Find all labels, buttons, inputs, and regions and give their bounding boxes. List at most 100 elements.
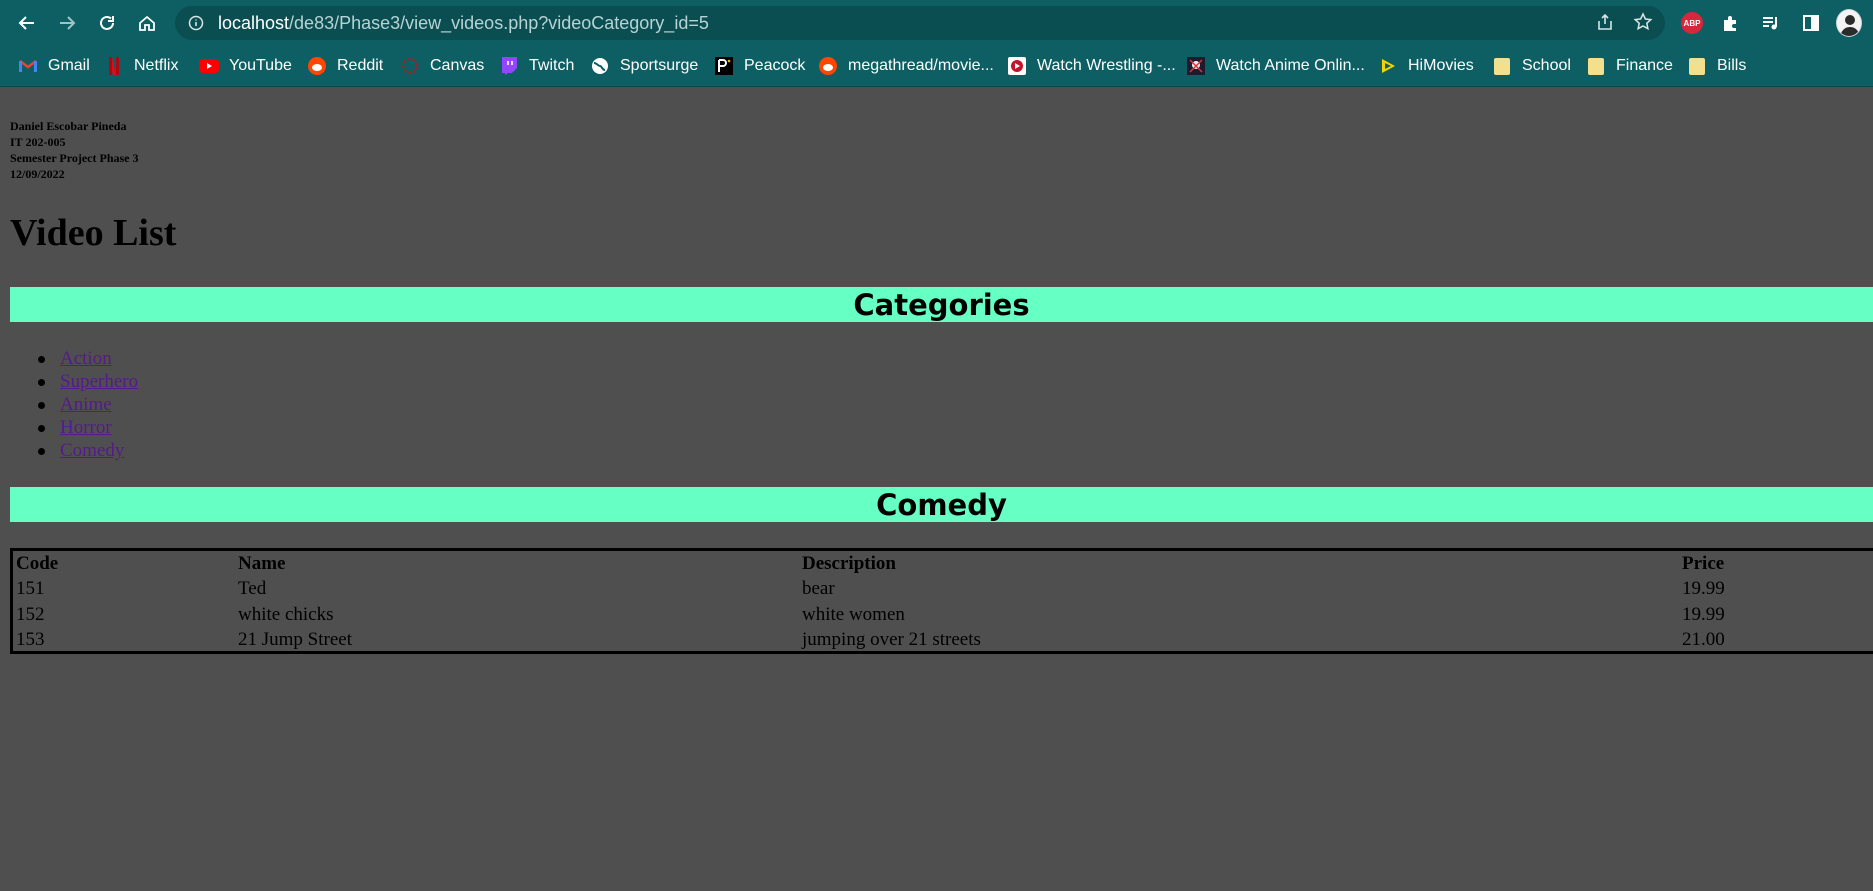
- bookmark-peacock[interactable]: Peacock: [714, 54, 805, 78]
- category-link-superhero[interactable]: Superhero: [60, 371, 138, 392]
- bookmark-himovies[interactable]: HiMovies: [1378, 54, 1474, 78]
- url-path: /de83/Phase3/view_videos.php?videoCatego…: [289, 12, 709, 33]
- header-price: Price: [1682, 553, 1725, 574]
- url-text[interactable]: localhost/de83/Phase3/view_videos.php?vi…: [218, 13, 709, 34]
- url-host: localhost: [218, 12, 290, 33]
- media-control-button[interactable]: [1758, 10, 1784, 36]
- cell-description: bear: [802, 578, 835, 599]
- cell-price: 19.99: [1682, 604, 1725, 625]
- list-item: Superhero: [38, 370, 138, 393]
- reload-button[interactable]: [92, 8, 122, 38]
- cell-name: Ted: [238, 578, 267, 599]
- cell-name: white chicks: [238, 604, 334, 625]
- bookmark-label: Twitch: [529, 57, 575, 74]
- bookmark-label: Peacock: [744, 57, 806, 74]
- bookmark-canvas[interactable]: Canvas: [400, 54, 484, 78]
- netflix-icon: [104, 56, 124, 76]
- author-name: Daniel Escobar Pineda: [10, 119, 127, 133]
- table-header-row: Code Name Description Price: [13, 551, 1873, 577]
- folder-icon: [1687, 56, 1707, 76]
- list-item: Horror: [38, 416, 138, 439]
- bookmark-label: YouTube: [229, 57, 292, 74]
- bookmark-star-icon[interactable]: [1633, 12, 1653, 37]
- header-name: Name: [238, 553, 286, 574]
- cell-code: 153: [16, 629, 45, 650]
- canvas-icon: [400, 56, 420, 76]
- list-item: Action: [38, 347, 138, 370]
- bookmark-label: Watch Wrestling -...: [1037, 57, 1176, 74]
- bookmark-reddit[interactable]: Reddit: [307, 54, 383, 78]
- profile-button[interactable]: [1836, 9, 1862, 37]
- bookmark-netflix[interactable]: Netflix: [104, 54, 178, 78]
- header-description: Description: [802, 553, 896, 574]
- bookmark-watch-wrestling[interactable]: Watch Wrestling -...: [1007, 54, 1176, 78]
- table-row: 152 white chicks white women 19.99: [13, 602, 1873, 628]
- adblock-icon: ABP: [1681, 12, 1703, 34]
- address-bar[interactable]: localhost/de83/Phase3/view_videos.php?vi…: [175, 6, 1665, 40]
- bookmark-label: School: [1522, 57, 1571, 74]
- himovies-icon: [1378, 56, 1398, 76]
- reddit-icon: [307, 56, 327, 76]
- category-list: Action Superhero Anime Horror Comedy: [38, 347, 138, 462]
- category-link-action[interactable]: Action: [60, 348, 112, 369]
- bookmark-label: Sportsurge: [620, 57, 699, 74]
- page-content: Daniel Escobar Pineda IT 202-005 Semeste…: [0, 87, 1873, 891]
- cell-name: 21 Jump Street: [238, 629, 352, 650]
- bookmark-label: megathread/movie...: [848, 57, 994, 74]
- bookmark-folder-school[interactable]: School: [1492, 54, 1571, 78]
- puzzle-icon: [1724, 16, 1736, 31]
- bookmark-gmail[interactable]: Gmail: [18, 54, 90, 78]
- author-info: Daniel Escobar Pineda IT 202-005 Semeste…: [10, 118, 139, 182]
- bookmark-megathread[interactable]: megathread/movie...: [818, 54, 994, 78]
- browser-toolbar: localhost/de83/Phase3/view_videos.php?vi…: [0, 0, 1873, 46]
- cell-price: 19.99: [1682, 578, 1725, 599]
- home-icon: [139, 15, 155, 31]
- anime-icon: [1186, 56, 1206, 76]
- bookmark-label: Netflix: [134, 57, 179, 74]
- side-panel-icon: [1803, 15, 1819, 31]
- list-item: Comedy: [38, 439, 138, 462]
- bookmark-label: Watch Anime Onlin...: [1216, 57, 1365, 74]
- bookmark-label: Reddit: [337, 57, 384, 74]
- playlist-icon: [1763, 17, 1777, 30]
- bookmark-label: Canvas: [430, 57, 485, 74]
- folder-icon: [1586, 56, 1606, 76]
- video-table: Code Name Description Price 151 Ted bear…: [10, 548, 1873, 654]
- home-button[interactable]: [132, 8, 162, 38]
- share-icon[interactable]: [1595, 12, 1615, 37]
- bookmark-sportsurge[interactable]: Sportsurge: [590, 54, 698, 78]
- category-link-anime[interactable]: Anime: [60, 394, 112, 415]
- back-arrow-icon: [18, 16, 34, 30]
- bookmark-label: Finance: [1616, 57, 1673, 74]
- youtube-icon: [199, 56, 219, 76]
- globe-icon: [590, 56, 610, 76]
- site-info-icon[interactable]: [188, 15, 204, 31]
- bookmark-twitch[interactable]: Twitch: [499, 54, 574, 78]
- cell-description: white women: [802, 604, 905, 625]
- avatar: [1836, 9, 1862, 37]
- gmail-icon: [18, 56, 38, 76]
- bookmark-folder-finance[interactable]: Finance: [1586, 54, 1673, 78]
- date: 12/09/2022: [10, 167, 65, 181]
- cell-description: jumping over 21 streets: [802, 629, 981, 650]
- bookmark-folder-bills[interactable]: Bills: [1687, 54, 1746, 78]
- bookmarks-bar: Gmail Netflix YouTube Reddit Canvas Twit…: [0, 46, 1873, 87]
- twitch-icon: [499, 56, 519, 76]
- categories-heading: Categories: [10, 287, 1873, 322]
- bookmark-youtube[interactable]: YouTube: [199, 54, 292, 78]
- forward-button[interactable]: [52, 8, 82, 38]
- bookmark-label: Gmail: [48, 57, 90, 74]
- adblock-extension-button[interactable]: ABP: [1679, 10, 1705, 36]
- side-panel-button[interactable]: [1798, 10, 1824, 36]
- reddit-icon: [818, 56, 838, 76]
- list-item: Anime: [38, 393, 138, 416]
- bookmark-watch-anime[interactable]: Watch Anime Onlin...: [1186, 54, 1365, 78]
- category-link-comedy[interactable]: Comedy: [60, 440, 124, 461]
- back-button[interactable]: [12, 8, 42, 38]
- category-link-horror[interactable]: Horror: [60, 417, 112, 438]
- bookmark-label: HiMovies: [1408, 57, 1474, 74]
- cell-code: 152: [16, 604, 45, 625]
- folder-icon: [1492, 56, 1512, 76]
- extensions-button[interactable]: [1718, 10, 1744, 36]
- peacock-icon: [714, 56, 734, 76]
